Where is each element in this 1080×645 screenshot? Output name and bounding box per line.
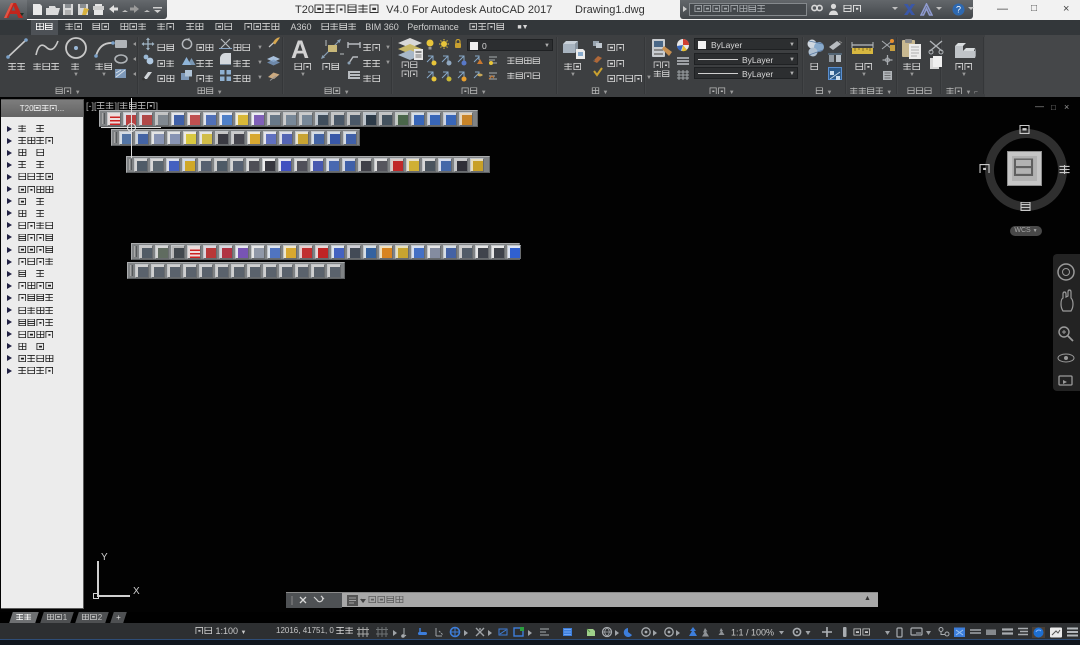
svg-text:小数: 小数: [853, 629, 871, 638]
svg-text:1:1 / 100%: 1:1 / 100%: [731, 628, 774, 638]
svg-text:?: ?: [956, 5, 961, 15]
